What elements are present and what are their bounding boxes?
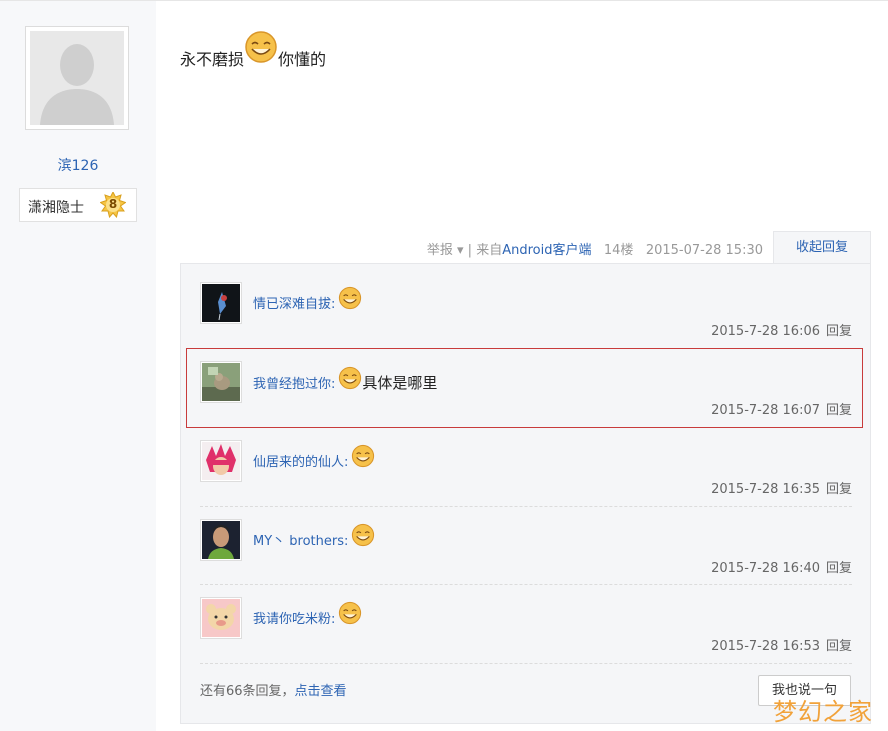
reply-author[interactable]: 仙居来的的仙人: (253, 444, 375, 470)
avatar-image (202, 599, 240, 637)
source-prefix: 来自 (476, 243, 503, 258)
post-timestamp: 2015-07-28 15:30 (645, 243, 763, 258)
avatar-image (202, 521, 240, 559)
reply-button[interactable]: 回复 (826, 561, 852, 576)
reply-item: 仙居来的的仙人: 2015-7-28 16:35 回复 (200, 440, 852, 500)
avatar-image (202, 442, 240, 480)
report-button[interactable]: 举报 ▾ (427, 243, 464, 258)
smile-emoji-icon (352, 444, 375, 467)
reply-author[interactable]: MY丶 brothers: (253, 523, 375, 549)
reply-avatar[interactable] (200, 282, 242, 324)
reply-time: 2015-7-28 16:40 回复 (711, 561, 852, 576)
collapse-replies-button[interactable]: 收起回复 (773, 231, 871, 264)
reply-author[interactable]: 我请你吃米粉: (253, 601, 362, 627)
rank-title: 潇湘隐士 (28, 200, 84, 216)
rank-level: 8 (108, 197, 118, 211)
reply-panel: 情已深难自拔: 2015-7-28 16:06 回复 我曾经抱过你: 具体是哪里… (180, 263, 871, 724)
reply-avatar[interactable] (200, 597, 242, 639)
floor-number: 14楼 (603, 243, 634, 258)
smile-emoji-icon (339, 601, 362, 624)
source-client-link[interactable]: Android客户端 (502, 243, 591, 258)
reply-button[interactable]: 回复 (826, 639, 852, 654)
post-text-after: 你懂的 (278, 50, 327, 69)
reply-button[interactable]: 回复 (826, 324, 852, 339)
meta-separator: | (467, 243, 473, 258)
post-content: 永不磨损 你懂的 (180, 31, 327, 70)
smile-emoji-icon (245, 31, 277, 63)
reply-time: 2015-7-28 16:35 回复 (711, 482, 852, 497)
highlight-box (186, 348, 863, 428)
reply-item: 我请你吃米粉: 2015-7-28 16:53 回复 (200, 597, 852, 657)
reply-time: 2015-7-28 16:53 回复 (711, 639, 852, 654)
reply-button[interactable]: 回复 (826, 482, 852, 497)
reply-avatar[interactable] (200, 519, 242, 561)
reply-avatar[interactable] (200, 440, 242, 482)
author-avatar[interactable] (25, 26, 129, 130)
reply-author[interactable]: 情已深难自拔: (253, 286, 362, 312)
rank-badge[interactable]: 潇湘隐士 8 (19, 188, 137, 222)
smile-emoji-icon (339, 286, 362, 309)
caret-down-icon: ▾ (457, 243, 464, 258)
reply-item: MY丶 brothers: 2015-7-28 16:40 回复 (200, 519, 852, 579)
more-replies: 还有66条回复，点击查看 (200, 684, 347, 699)
reply-divider (200, 506, 852, 507)
smile-emoji-icon (352, 523, 375, 546)
default-avatar-icon (30, 31, 124, 125)
view-more-link[interactable]: 点击查看 (295, 684, 347, 699)
reply-divider (200, 663, 852, 664)
post-meta-bar: 举报 ▾ | 来自Android客户端 14楼 2015-07-28 15:30 (427, 239, 763, 258)
avatar-image (202, 284, 240, 322)
reply-item: 情已深难自拔: 2015-7-28 16:06 回复 (200, 282, 852, 342)
reply-time: 2015-7-28 16:06 回复 (711, 324, 852, 339)
author-username[interactable]: 滨126 (0, 155, 156, 175)
watermark: 梦幻之家 (773, 698, 873, 726)
author-sidebar: 滨126 潇湘隐士 8 (0, 1, 156, 731)
reply-divider (200, 584, 852, 585)
post-text-before: 永不磨损 (180, 50, 245, 69)
